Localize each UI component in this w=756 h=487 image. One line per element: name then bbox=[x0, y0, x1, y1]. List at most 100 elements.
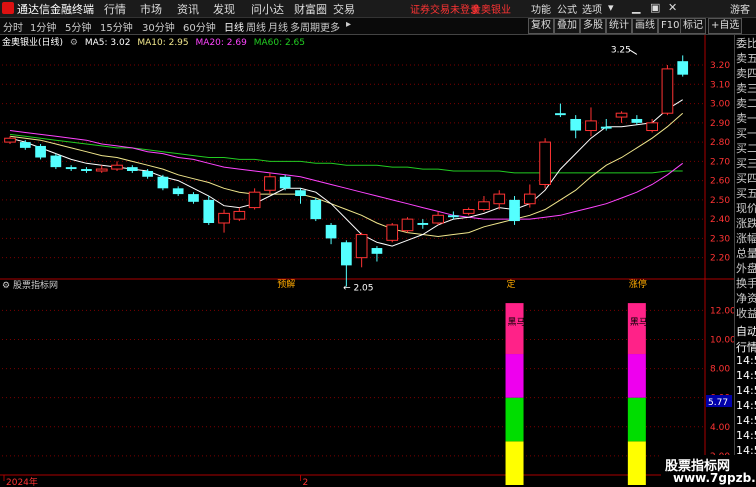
y-tick-label: 2.50 bbox=[710, 196, 730, 206]
menu-item-ask[interactable]: 问小达 bbox=[251, 1, 284, 17]
period-weekly[interactable]: 周线 bbox=[246, 19, 266, 34]
y-tick-label: 2.80 bbox=[710, 138, 730, 148]
candle-body-up bbox=[585, 120, 597, 132]
candle-body-down bbox=[310, 199, 322, 220]
y-tick-label: 3.20 bbox=[710, 61, 730, 71]
menu-item-options[interactable]: 选项 bbox=[582, 1, 602, 16]
period-toolbar: 分时 1分钟 5分钟 15分钟 30分钟 60分钟 日线 周线 月线 多周期 更… bbox=[0, 18, 756, 35]
app-title: 通达信金融终端 bbox=[17, 3, 94, 16]
candle-body-down bbox=[65, 167, 77, 170]
tool-adjust[interactable]: 复权 bbox=[528, 18, 554, 34]
menu-item-trade[interactable]: 交易 bbox=[333, 1, 355, 17]
ma-lines-layer bbox=[9, 99, 684, 247]
period-daily[interactable]: 日线 bbox=[224, 19, 244, 34]
event-mark: 预解 bbox=[277, 278, 295, 290]
candle-body-down bbox=[279, 176, 291, 189]
candle-body-down bbox=[126, 167, 138, 171]
quote-panel: 委比 卖五 卖四 卖三 卖二 卖一 买一 买二 买三 买四 买五 现价 涨跌 涨幅 总量 外盘 换手 净资 收益 自动… bbox=[734, 35, 756, 487]
candle-body-down bbox=[555, 113, 566, 116]
candle-body-up bbox=[95, 168, 108, 172]
grid-layer: 3.20 3.10 3.00 2.90 2.80 2.70 2.60 2.50 2.40 2.30… bbox=[0, 35, 734, 487]
quote-label: 卖三 bbox=[736, 82, 756, 95]
candle-body-up bbox=[233, 210, 246, 220]
period-15min[interactable]: 15分钟 bbox=[100, 19, 133, 34]
watermark: 股票指标网 www.7gpzb.com bbox=[661, 455, 756, 487]
candle-body-down bbox=[341, 242, 352, 266]
quote-label: 买三 bbox=[736, 157, 756, 170]
minimize-icon[interactable]: ▁ bbox=[632, 1, 640, 14]
event-mark: 定 bbox=[507, 278, 516, 290]
quote-label: 换手 bbox=[736, 277, 756, 290]
price-chart[interactable]: 3.20 3.10 3.00 2.90 2.80 2.70 2.60 2.50 2.40 2.30… bbox=[0, 35, 734, 487]
quote-label: 买五 bbox=[736, 187, 756, 200]
candle-body-up bbox=[661, 68, 674, 114]
candle-body-up bbox=[523, 193, 536, 205]
quote-label: 涨幅 bbox=[736, 232, 756, 245]
event-mark: 涨停 bbox=[629, 278, 647, 290]
indicator-y-tick-label: 10.00 bbox=[710, 335, 734, 345]
quote-label: 总量 bbox=[736, 247, 756, 260]
quote-label: 卖二 bbox=[736, 97, 756, 110]
tool-stats[interactable]: 统计 bbox=[606, 18, 632, 34]
tool-add-watchlist[interactable]: +自选 bbox=[708, 18, 743, 34]
period-5min[interactable]: 5分钟 bbox=[65, 19, 91, 34]
indicator-settings-icon[interactable]: ⚙ bbox=[2, 281, 10, 291]
menu-item-news[interactable]: 资讯 bbox=[177, 1, 199, 17]
quote-label: 买四 bbox=[736, 172, 756, 185]
quote-label: 14:50 bbox=[736, 414, 756, 427]
close-icon[interactable]: ✕ bbox=[668, 1, 677, 14]
quote-label: 14:50 bbox=[736, 384, 756, 397]
ma20-line bbox=[9, 130, 684, 220]
period-monthly[interactable]: 月线 bbox=[268, 19, 288, 34]
guest-user[interactable]: 游客 bbox=[730, 1, 750, 16]
tool-multistock[interactable]: 多股 bbox=[580, 18, 606, 34]
candle-body-down bbox=[600, 126, 612, 129]
signal-segment bbox=[505, 441, 524, 485]
indicator-y-tick-label: 12.00 bbox=[710, 306, 734, 316]
signal-segment bbox=[505, 397, 524, 442]
menu-down-icon[interactable]: ▾ bbox=[608, 1, 614, 14]
menu-item-formula[interactable]: 公式 bbox=[557, 1, 577, 16]
tool-mark[interactable]: 标记 bbox=[680, 18, 706, 34]
period-1min[interactable]: 1分钟 bbox=[30, 19, 56, 34]
quote-label: 自动 bbox=[736, 325, 756, 338]
candle-body-down bbox=[677, 61, 689, 75]
restore-icon[interactable]: ▣ bbox=[650, 1, 660, 14]
more-arrow-icon[interactable]: ▸ bbox=[346, 19, 351, 30]
menu-item-quotes[interactable]: 行情 bbox=[104, 1, 126, 17]
y-tick-label: 3.10 bbox=[710, 80, 730, 90]
quote-label: 14:50 bbox=[736, 429, 756, 442]
ma60-line bbox=[9, 133, 683, 174]
menu-item-market[interactable]: 市场 bbox=[140, 1, 162, 17]
candle-body-up bbox=[4, 137, 16, 143]
quote-label: 外盘 bbox=[736, 262, 756, 275]
period-60min[interactable]: 60分钟 bbox=[183, 19, 216, 34]
app-logo-icon bbox=[2, 2, 14, 14]
quote-label: 14:50 bbox=[736, 354, 756, 367]
candle-body-up bbox=[646, 122, 658, 132]
candle-body-up bbox=[615, 112, 628, 118]
candle-body-down bbox=[188, 194, 199, 202]
candle-body-down bbox=[570, 118, 582, 131]
tool-overlay[interactable]: 叠加 bbox=[554, 18, 580, 34]
signal-segment bbox=[627, 354, 646, 398]
signal-segment bbox=[627, 303, 646, 355]
ma10-line bbox=[9, 112, 684, 238]
signal-segment bbox=[627, 397, 646, 442]
quote-label: 卖一 bbox=[736, 112, 756, 125]
menu-item-function[interactable]: 功能 bbox=[531, 1, 551, 16]
login-notice[interactable]: 证券交易未登录 bbox=[410, 1, 480, 16]
tool-f10[interactable]: F10 bbox=[658, 18, 683, 34]
menu-item-discover[interactable]: 发现 bbox=[213, 1, 235, 17]
y-tick-label: 2.40 bbox=[710, 215, 730, 225]
quote-label: 卖四 bbox=[736, 67, 756, 80]
menu-item-wealth[interactable]: 财富圈 bbox=[294, 1, 327, 17]
period-multi[interactable]: 多周期 bbox=[290, 19, 320, 34]
period-more[interactable]: 更多 bbox=[320, 19, 340, 34]
quote-label: 买二 bbox=[736, 142, 756, 155]
period-30min[interactable]: 30分钟 bbox=[142, 19, 175, 34]
period-timeshare[interactable]: 分时 bbox=[3, 19, 23, 34]
indicator-title: 股票指标网 bbox=[12, 281, 58, 291]
y-tick-label: 2.60 bbox=[710, 177, 730, 187]
tool-draw[interactable]: 画线 bbox=[632, 18, 658, 34]
